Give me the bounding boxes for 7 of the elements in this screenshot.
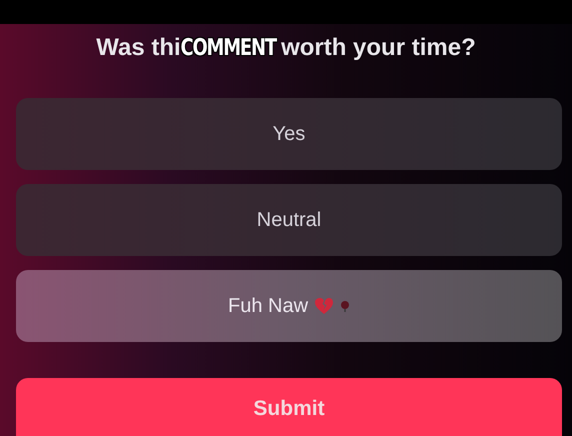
- caption-overlay: COMMENT: [180, 35, 276, 61]
- answer-option[interactable]: Neutral: [16, 184, 562, 256]
- answer-option[interactable]: Fuh Naw: [16, 270, 562, 342]
- question-title: worth your time?: [281, 34, 476, 62]
- answer-option[interactable]: Yes: [16, 98, 562, 170]
- broken-heart-icon: [314, 297, 334, 315]
- question-title: Was thi: [96, 34, 181, 62]
